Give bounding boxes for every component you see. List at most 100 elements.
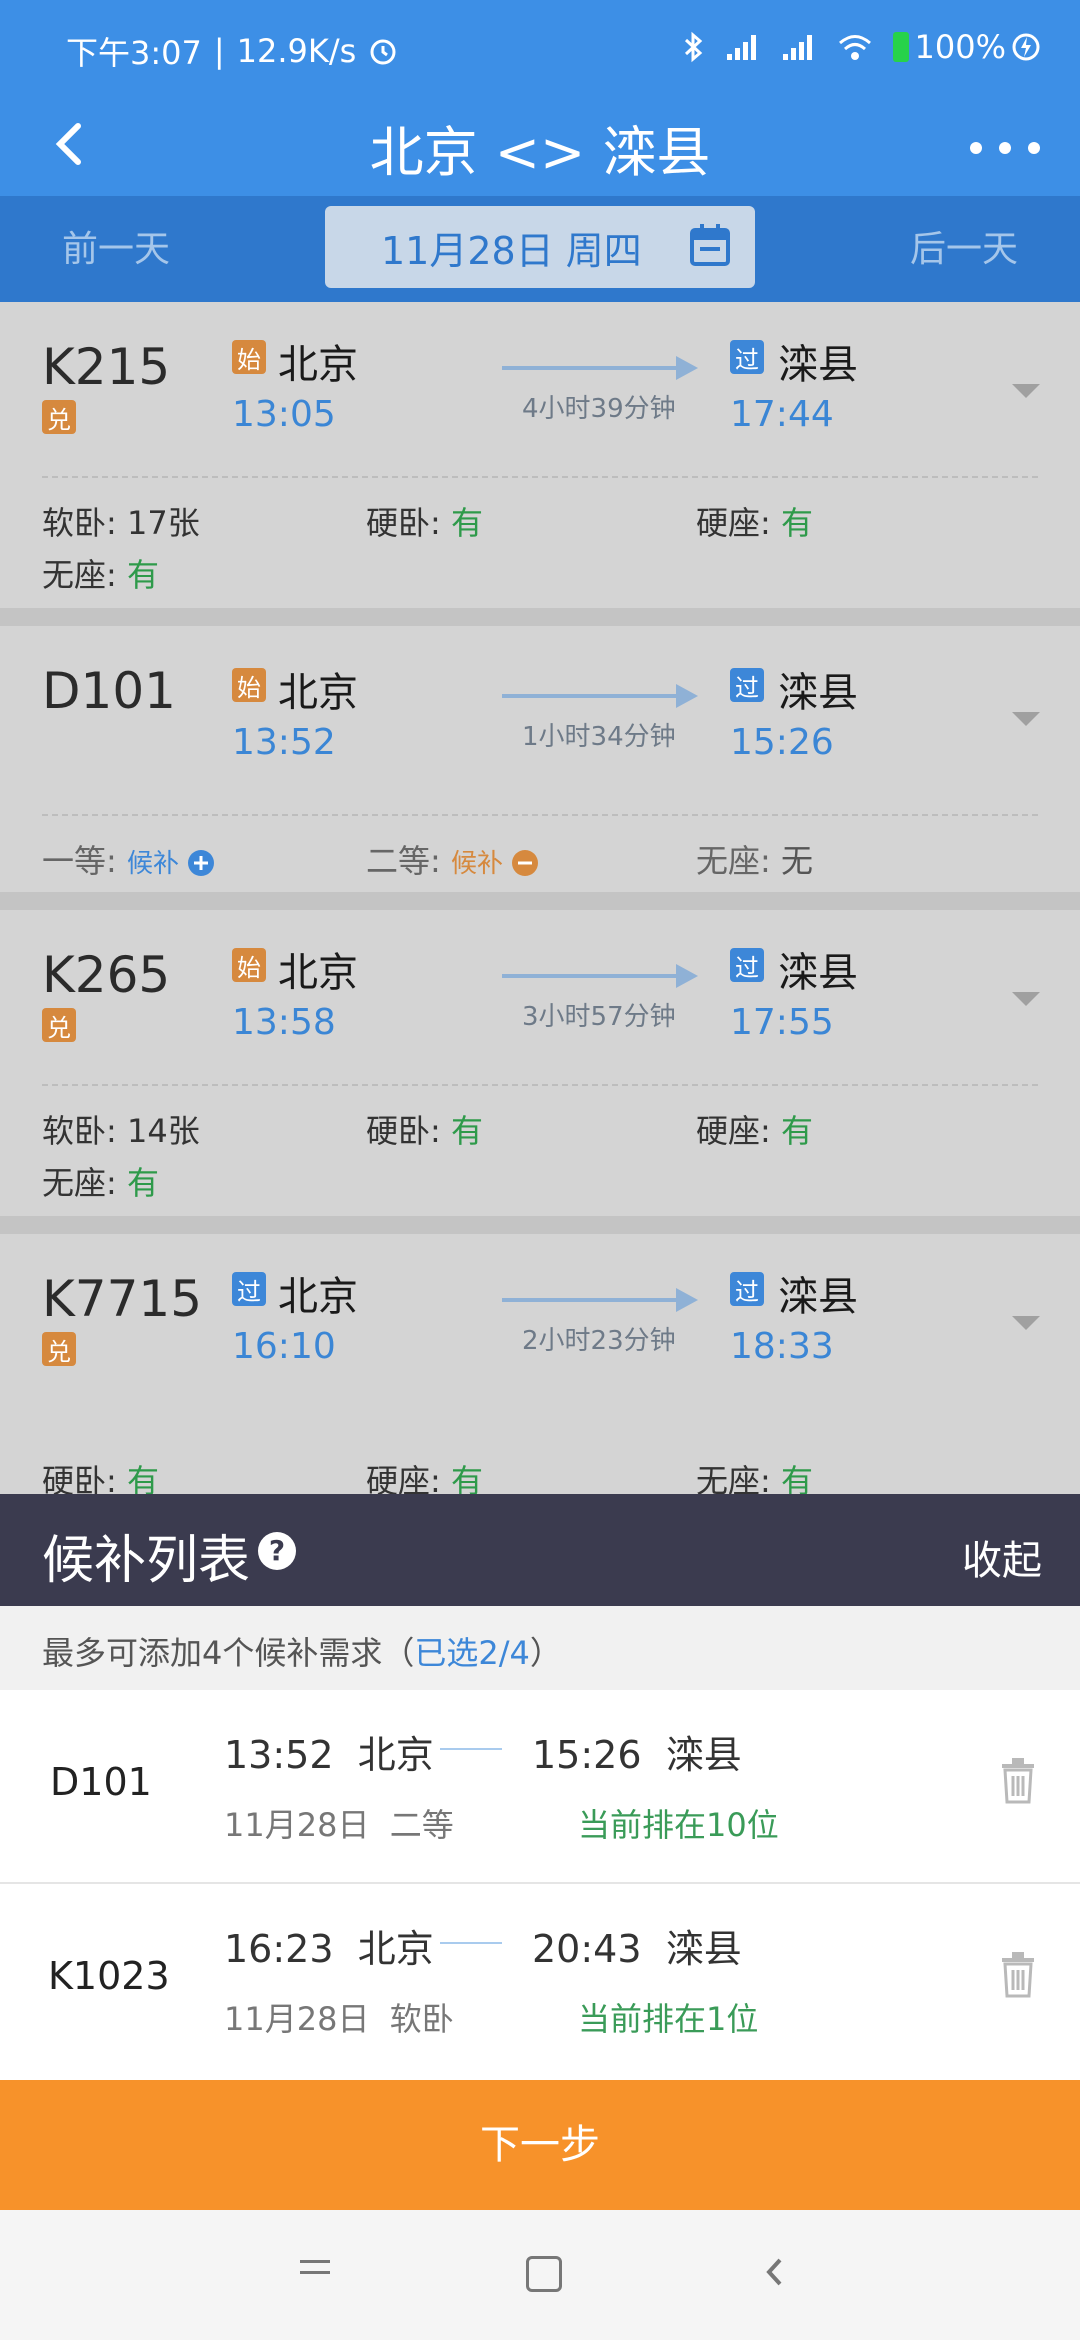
train-number: K1023	[48, 1954, 170, 1998]
train-number: D101	[50, 1760, 152, 1804]
minus-circle-icon	[512, 850, 539, 876]
departure-time: 13:05	[232, 394, 336, 435]
departure-time: 13:52	[232, 722, 336, 763]
origin-badge: 始	[232, 668, 266, 702]
exchange-badge: 兑	[42, 1008, 76, 1042]
departure-time: 13:58	[232, 1002, 336, 1043]
waitlist-item: K1023 16:23 北京 20:43 滦县 11月28日 软卧 当前排在1位	[0, 1884, 1080, 2080]
seat-info: 无座: 有	[42, 1164, 159, 1202]
arrival-time: 18:33	[730, 1326, 834, 1367]
arrival-time: 17:44	[730, 394, 834, 435]
alarm-icon	[370, 39, 396, 65]
route-arrow	[502, 964, 698, 988]
dashed-divider	[42, 814, 1038, 816]
trash-icon[interactable]	[998, 1756, 1038, 1806]
train-list: K215 兑 始 北京 13:05 4小时39分钟 过 滦县 17:44 软卧:…	[0, 302, 1080, 1494]
arrival-station: 滦县	[778, 950, 858, 996]
next-step-button[interactable]: 下一步	[0, 2080, 1080, 2210]
battery-level: 100%	[914, 28, 1006, 66]
waitlist-remove-button[interactable]: 候补	[451, 849, 539, 879]
system-nav-bar	[0, 2210, 1080, 2340]
status-bar: 下午3:07 | 12.9K/s 100%	[0, 0, 1080, 100]
seat-info: 无座: 无	[696, 842, 813, 880]
home-icon[interactable]	[526, 2256, 562, 2292]
card-separator	[0, 1216, 1080, 1234]
help-icon[interactable]: ?	[258, 1532, 296, 1570]
duration: 4小时39分钟	[522, 394, 676, 424]
train-card[interactable]: D101 始 北京 13:52 1小时34分钟 过 滦县 15:26 一等: 候…	[0, 626, 1080, 892]
waitlist-add-button[interactable]: 候补	[127, 849, 215, 879]
arrival-info: 15:26 滦县	[532, 1733, 742, 1777]
chevron-down-icon[interactable]	[1012, 1316, 1040, 1330]
date-seat: 11月28日 二等	[224, 1806, 454, 1844]
arrival-station: 滦县	[778, 670, 858, 716]
seat-info: 硬卧: 有	[366, 1112, 483, 1150]
origin-badge: 始	[232, 948, 266, 982]
seat-info: 硬卧: 有	[366, 504, 483, 542]
duration: 1小时34分钟	[522, 722, 676, 752]
trash-icon[interactable]	[998, 1950, 1038, 2000]
back-nav-icon[interactable]	[760, 2254, 790, 2290]
pass-badge: 过	[730, 340, 764, 374]
queue-rank: 当前排在10位	[578, 1806, 779, 1844]
seat-info: 硬座: 有	[696, 1112, 813, 1150]
seat-info: 软卧: 17张	[42, 504, 200, 542]
arrival-station: 滦县	[778, 1274, 858, 1320]
train-number: K7715	[42, 1270, 203, 1328]
charging-icon	[1012, 33, 1040, 61]
seat-info: 一等: 候补	[42, 836, 215, 882]
selected-count: 已选2/4	[414, 1634, 530, 1672]
next-day-button[interactable]: 后一天	[910, 220, 1018, 272]
chevron-down-icon[interactable]	[1012, 384, 1040, 398]
train-number: K215	[42, 338, 171, 396]
seat-info: 无座: 有	[42, 556, 159, 594]
seat-info: 软卧: 14张	[42, 1112, 200, 1150]
waitlist-title: 候补列表	[42, 1531, 251, 1591]
train-card[interactable]: K215 兑 始 北京 13:05 4小时39分钟 过 滦县 17:44 软卧:…	[0, 302, 1080, 608]
signal-icon-2	[782, 35, 812, 60]
network-speed: 12.9K/s	[236, 32, 357, 70]
app-bar: 北京 <> 滦县	[0, 100, 1080, 196]
train-number: D101	[42, 662, 176, 720]
arrival-info: 20:43 滦县	[532, 1927, 742, 1971]
arrival-time: 15:26	[730, 722, 834, 763]
waitlist-header: 候补列表 ? 收起	[0, 1494, 1080, 1606]
train-card[interactable]: K7715 兑 过 北京 16:10 2小时23分钟 过 滦县 18:33 硬卧…	[0, 1234, 1080, 1494]
seat-info: 无座: 有	[696, 1462, 813, 1494]
seat-info: 硬座: 有	[696, 504, 813, 542]
plus-circle-icon	[188, 850, 215, 876]
duration: 2小时23分钟	[522, 1326, 676, 1356]
arrival-time: 17:55	[730, 1002, 834, 1043]
departure-info: 16:23 北京	[224, 1927, 434, 1971]
card-separator	[0, 608, 1080, 626]
exchange-badge: 兑	[42, 1332, 76, 1366]
bluetooth-icon	[684, 31, 702, 63]
collapse-button[interactable]: 收起	[962, 1528, 1042, 1586]
date-bar: 前一天 11月28日 周四 后一天	[0, 196, 1080, 302]
battery-icon	[892, 32, 909, 62]
date-picker[interactable]: 11月28日 周四	[325, 206, 755, 288]
menu-icon[interactable]	[300, 2260, 330, 2282]
prev-day-button[interactable]: 前一天	[62, 220, 170, 272]
calendar-icon	[690, 224, 730, 266]
departure-station: 北京	[278, 950, 358, 996]
route-arrow	[502, 356, 698, 380]
departure-station: 北京	[278, 342, 358, 388]
arrival-station: 滦县	[778, 342, 858, 388]
departure-station: 北京	[278, 1274, 358, 1320]
departure-station: 北京	[278, 670, 358, 716]
date-label: 11月28日 周四	[381, 229, 642, 273]
chevron-down-icon[interactable]	[1012, 992, 1040, 1006]
queue-rank: 当前排在1位	[578, 2000, 759, 2038]
departure-time: 16:10	[232, 1326, 336, 1367]
route-line	[440, 1748, 502, 1750]
signal-icon	[726, 35, 756, 60]
seat-info: 硬座: 有	[366, 1462, 483, 1494]
status-time: 下午3:07	[66, 34, 202, 72]
more-icon[interactable]	[970, 118, 1040, 178]
departure-info: 13:52 北京	[224, 1733, 434, 1777]
chevron-down-icon[interactable]	[1012, 712, 1040, 726]
route-line	[440, 1942, 502, 1944]
date-seat: 11月28日 软卧	[224, 2000, 454, 2038]
train-card[interactable]: K265 兑 始 北京 13:58 3小时57分钟 过 滦县 17:55 软卧:…	[0, 910, 1080, 1216]
